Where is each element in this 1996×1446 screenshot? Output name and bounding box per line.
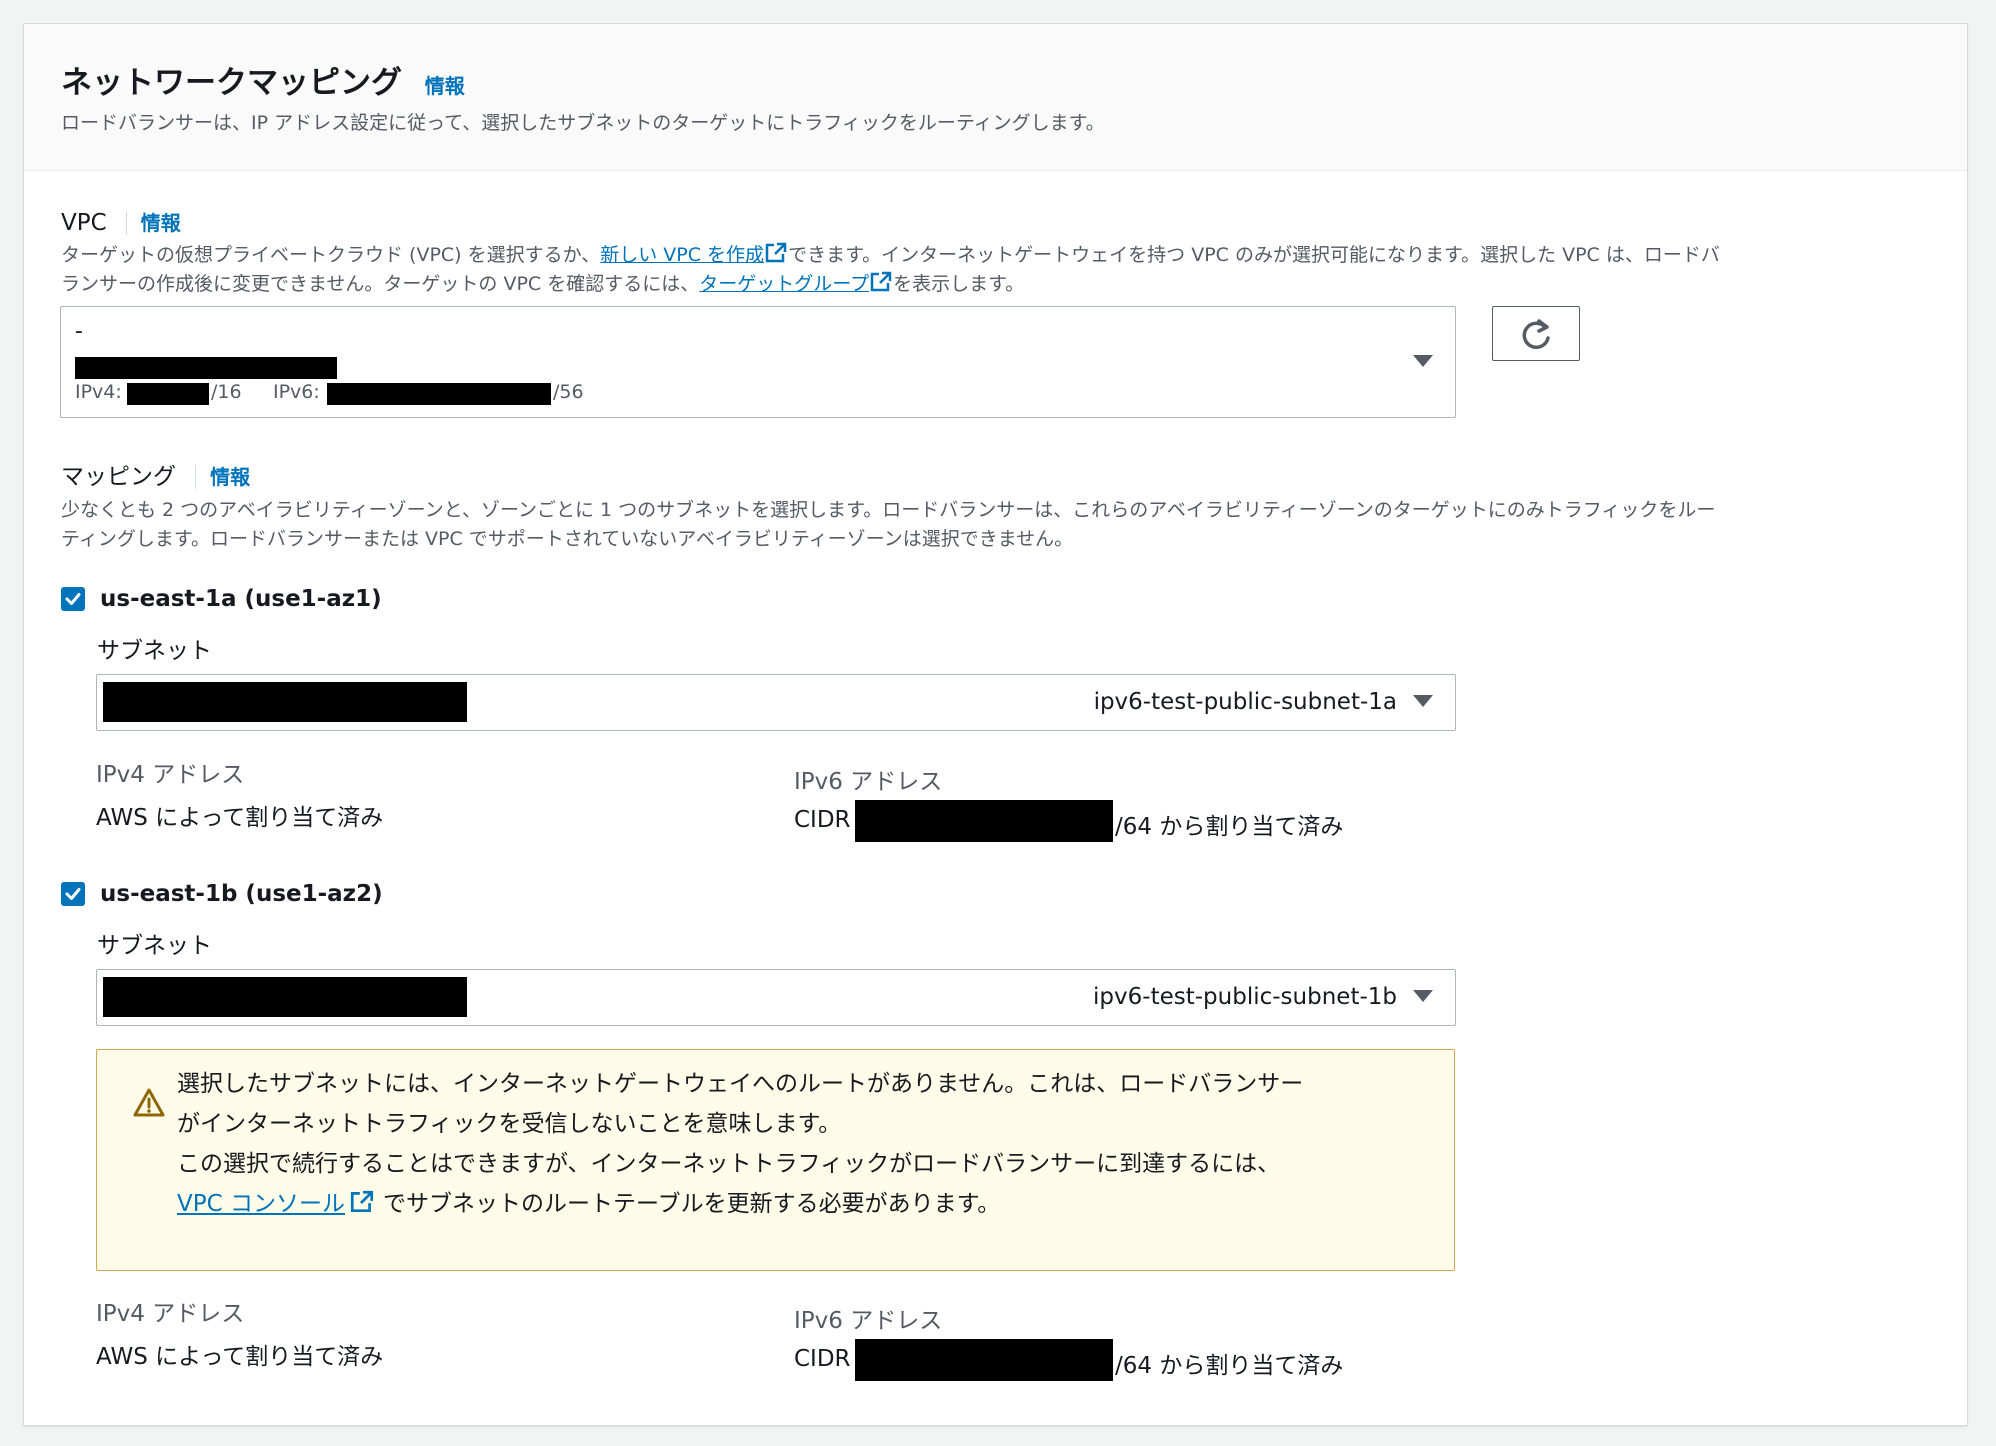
vpc-heading: VPC 情報 <box>61 207 181 236</box>
vpc-desc1-text-b: できます。インターネットゲートウェイを持つ VPC のみが選択可能になります。選… <box>788 244 1720 266</box>
mapping-description-line2: ティングします。ロードバランサーまたは VPC でサポートされていないアベイラビ… <box>61 528 1074 550</box>
az-label-us-east-1a: us-east-1a (use1-az1) <box>100 586 382 612</box>
page-title: ネットワークマッピング 情報 <box>61 57 465 102</box>
vpc-ipv6-label: IPv6: <box>273 381 320 403</box>
warning-alert: 選択したサブネットには、インターネットゲートウェイへのルートがありません。これは… <box>96 1049 1455 1271</box>
caret-down-icon <box>1413 695 1433 707</box>
vpc-info-link[interactable]: 情報 <box>125 211 181 235</box>
redacted-ipv6-cidr <box>327 383 551 405</box>
ipv6-address-title-1b: IPv6 アドレス <box>794 1308 943 1334</box>
ipv6-cidr-prefix-1b: CIDR <box>794 1346 851 1372</box>
subnet-name-1b: ipv6-test-public-subnet-1b <box>1093 984 1397 1010</box>
ipv4-address-title-1b: IPv4 アドレス <box>96 1301 245 1327</box>
subnet-label-1a: サブネット <box>97 638 212 664</box>
caret-down-icon <box>1413 990 1433 1002</box>
header-info-link[interactable]: 情報 <box>425 74 465 98</box>
subnet-select-1b[interactable]: ipv6-test-public-subnet-1b <box>96 969 1456 1026</box>
ipv4-address-value-1b: AWS によって割り当て済み <box>96 1344 384 1370</box>
subnet-label-1b: サブネット <box>97 933 212 959</box>
mapping-heading: マッピング 情報 <box>61 457 251 491</box>
network-mapping-panel: ネットワークマッピング 情報 ロードバランサーは、IP アドレス設定に従って、選… <box>23 23 1968 1426</box>
warning-line2: がインターネットトラフィックを受信しないことを意味します。 <box>177 1111 842 1137</box>
subnet-select-1a[interactable]: ipv6-test-public-subnet-1a <box>96 674 1456 731</box>
mapping-description-line1: 少なくとも 2 つのアベイラビリティーゾーンと、ゾーンごとに 1 つのサブネット… <box>61 499 1716 521</box>
vpc-label: VPC <box>61 210 107 236</box>
ipv6-cidr-suffix-1a: /64 から割り当て済み <box>1115 814 1344 840</box>
checkbox-checked-icon <box>65 888 81 900</box>
ipv6-address-title-1a: IPv6 アドレス <box>794 769 943 795</box>
subnet-name-1a: ipv6-test-public-subnet-1a <box>1093 689 1397 715</box>
create-vpc-link[interactable]: 新しい VPC を作成 <box>600 244 764 266</box>
ipv6-cidr-suffix-1b: /64 から割り当て済み <box>1115 1353 1344 1379</box>
az-checkbox-us-east-1a[interactable] <box>61 587 85 611</box>
vpc-ipv4-label: IPv4: <box>75 381 122 403</box>
vpc-desc1-text-a: ターゲットの仮想プライベートクラウド (VPC) を選択するか、 <box>61 244 601 266</box>
external-link-icon <box>869 271 893 298</box>
ipv4-address-value-1a: AWS によって割り当て済み <box>96 805 384 831</box>
vpc-desc2-text-b: を表示します。 <box>893 273 1025 295</box>
redacted-ipv4-cidr <box>127 383 209 405</box>
caret-down-icon <box>1413 355 1433 367</box>
ipv4-address-title-1a: IPv4 アドレス <box>96 762 245 788</box>
vpc-description-line2: ランサーの作成後に変更できません。ターゲットの VPC を確認するには、ターゲッ… <box>61 269 1024 298</box>
refresh-button[interactable] <box>1492 306 1580 361</box>
mapping-info-link[interactable]: 情報 <box>195 465 251 489</box>
vpc-ipv6-suffix: /56 <box>553 381 584 403</box>
header-description: ロードバランサーは、IP アドレス設定に従って、選択したサブネットのターゲットに… <box>61 112 1105 134</box>
checkbox-checked-icon <box>65 593 81 605</box>
vpc-select[interactable]: - IPv4: /16 IPv6: /56 <box>60 306 1456 418</box>
ipv6-cidr-prefix-1a: CIDR <box>794 807 851 833</box>
redacted-ipv6-cidr <box>855 800 1113 842</box>
vpc-desc2-text-a: ランサーの作成後に変更できません。ターゲットの VPC を確認するには、 <box>61 273 700 295</box>
az-checkbox-us-east-1b[interactable] <box>61 882 85 906</box>
redacted-ipv6-cidr <box>855 1339 1113 1381</box>
mapping-label: マッピング <box>61 464 176 490</box>
warning-icon <box>133 1088 165 1122</box>
warning-line4: VPC コンソール でサブネットのルートテーブルを更新する必要があります。 <box>177 1184 1000 1227</box>
external-link-icon <box>764 242 788 269</box>
redacted-subnet-id <box>103 682 467 722</box>
warning-line4-text: でサブネットのルートテーブルを更新する必要があります。 <box>382 1191 1001 1217</box>
page-title-text: ネットワークマッピング <box>61 65 402 101</box>
vpc-description-line1: ターゲットの仮想プライベートクラウド (VPC) を選択するか、新しい VPC … <box>61 240 1720 269</box>
az-label-us-east-1b: us-east-1b (use1-az2) <box>100 881 383 907</box>
external-link-icon <box>349 1187 375 1227</box>
warning-line1: 選択したサブネットには、インターネットゲートウェイへのルートがありません。これは… <box>177 1071 1304 1097</box>
redacted-subnet-id <box>103 977 467 1017</box>
vpc-ipv4-suffix: /16 <box>211 381 242 403</box>
redacted-vpc-id <box>75 357 337 379</box>
vpc-selected-name: - <box>75 319 83 344</box>
vpc-console-link[interactable]: VPC コンソール <box>177 1191 345 1217</box>
refresh-icon <box>1522 319 1550 350</box>
warning-line3: この選択で続行することはできますが、インターネットトラフィックがロードバランサー… <box>177 1151 1281 1177</box>
target-group-link[interactable]: ターゲットグループ <box>699 273 869 295</box>
